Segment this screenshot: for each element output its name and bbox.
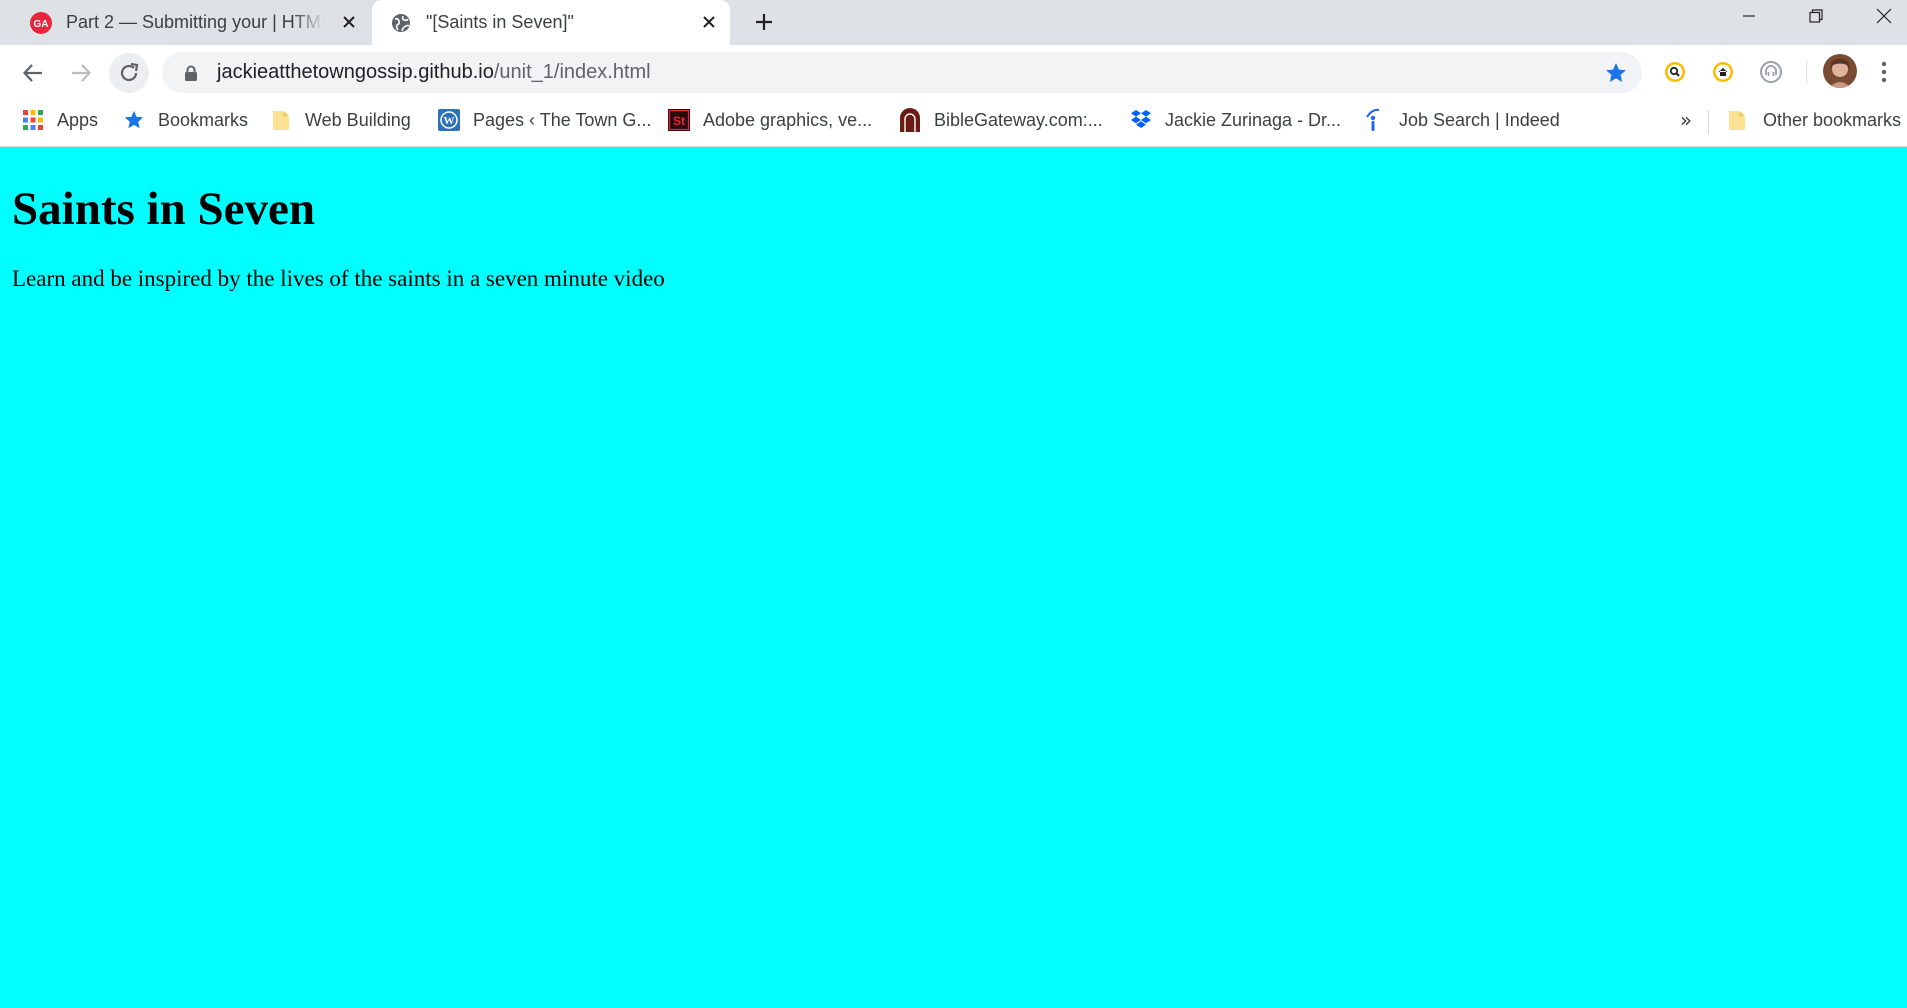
page-content: Saints in Seven Learn and be inspired by… [0, 147, 1907, 1008]
bookmarks-separator [1708, 110, 1709, 134]
url-text[interactable]: jackieatthetowngossip.github.io/unit_1/i… [217, 61, 651, 84]
bookmark-label: Pages ‹ The Town G... [473, 109, 652, 130]
bookmark-indeed[interactable]: Job Search | Indeed [1361, 100, 1560, 140]
apps-grid-icon [21, 108, 45, 132]
minimize-icon [1743, 15, 1755, 17]
biblegateway-icon [898, 108, 922, 132]
folder-icon [1725, 108, 1749, 132]
bookmark-other-bookmarks[interactable]: Other bookmarks [1725, 100, 1901, 140]
indeed-icon [1361, 108, 1385, 132]
close-tab-icon[interactable] [338, 11, 360, 33]
reload-button[interactable] [109, 53, 149, 93]
tab-title: Part 2 — Submitting your | HTML [66, 12, 324, 32]
lock-icon[interactable] [182, 64, 200, 82]
wordpress-icon: W [437, 108, 461, 132]
close-tab-icon[interactable] [698, 11, 720, 33]
svg-text:St: St [673, 114, 685, 128]
extension-icon[interactable] [1758, 59, 1784, 85]
arrow-left-icon [22, 64, 42, 82]
search-extension-icon[interactable] [1662, 59, 1688, 85]
tab-strip: GA Part 2 — Submitting your | HTML "[Sai… [0, 0, 1907, 45]
page-intro-text: Learn and be inspired by the lives of th… [12, 266, 665, 291]
address-bar[interactable]: jackieatthetowngossip.github.io/unit_1/i… [162, 52, 1642, 93]
bookmark-web-building[interactable]: Web Building [269, 100, 411, 140]
url-host: jackieatthetowngossip.github.io [217, 61, 494, 83]
bookmarks-overflow-button[interactable]: » [1674, 108, 1698, 132]
bookmark-label: Job Search | Indeed [1399, 109, 1560, 130]
more-options-icon[interactable] [1874, 59, 1894, 85]
bookmark-label: Bookmarks [158, 109, 249, 130]
new-tab-button[interactable] [748, 6, 780, 38]
restore-icon [1809, 9, 1823, 23]
ga-logo-icon: GA [30, 11, 52, 34]
bookmark-label: Jackie Zurinaga - Dr... [1165, 109, 1342, 130]
bookmarks-bar: Apps Bookmarks Web Building W Pages ‹ Th… [0, 100, 1907, 147]
bookmark-apps[interactable]: Apps [21, 100, 98, 140]
forward-button[interactable] [61, 53, 101, 93]
bookmark-dropbox[interactable]: Jackie Zurinaga - Dr... [1129, 100, 1341, 140]
toolbar-separator [1806, 61, 1807, 83]
folder-icon [269, 108, 293, 132]
arrow-right-icon [72, 64, 92, 82]
star-icon [122, 108, 146, 132]
tab-title: "[Saints in Seven]" [426, 12, 574, 32]
bookmark-label: BibleGateway.com:... [934, 109, 1103, 130]
browser-toolbar: jackieatthetowngossip.github.io/unit_1/i… [0, 45, 1907, 100]
bookmark-label: Web Building [305, 109, 411, 130]
bookmark-label: Other bookmarks [1763, 109, 1902, 130]
dropbox-icon [1129, 108, 1153, 132]
bookmark-adobe-graphics[interactable]: St Adobe graphics, ve... [667, 100, 872, 140]
profile-avatar[interactable] [1823, 54, 1857, 88]
svg-text:W: W [444, 115, 455, 127]
adobe-stock-icon: St [667, 108, 691, 132]
bookmark-biblegateway[interactable]: BibleGateway.com:... [898, 100, 1103, 140]
minimize-button[interactable] [1721, 0, 1777, 32]
reload-icon [120, 62, 139, 82]
close-window-button[interactable] [1856, 0, 1907, 32]
globe-icon [390, 12, 412, 34]
plus-icon [756, 14, 772, 30]
tab-saints-in-seven[interactable]: "[Saints in Seven]" [372, 0, 730, 45]
restore-button[interactable] [1788, 0, 1844, 32]
back-button[interactable] [13, 53, 53, 93]
bookmark-label: Apps [57, 109, 99, 130]
browser-window: GA Part 2 — Submitting your | HTML "[Sai… [0, 0, 1907, 1008]
bookmark-bookmarks[interactable]: Bookmarks [122, 100, 248, 140]
close-icon [1876, 8, 1892, 24]
svg-text:GA: GA [34, 19, 49, 30]
bookmark-star-icon[interactable] [1604, 61, 1628, 85]
page-title: Saints in Seven [12, 183, 315, 235]
bookmark-pages-the-town-gossip[interactable]: W Pages ‹ The Town G... [437, 100, 651, 140]
bookmark-label: Adobe graphics, ve... [703, 109, 873, 130]
tab-part-2-submitting[interactable]: GA Part 2 — Submitting your | HTML [10, 0, 370, 45]
home-extension-icon[interactable] [1710, 59, 1736, 85]
url-path: /unit_1/index.html [493, 61, 651, 83]
